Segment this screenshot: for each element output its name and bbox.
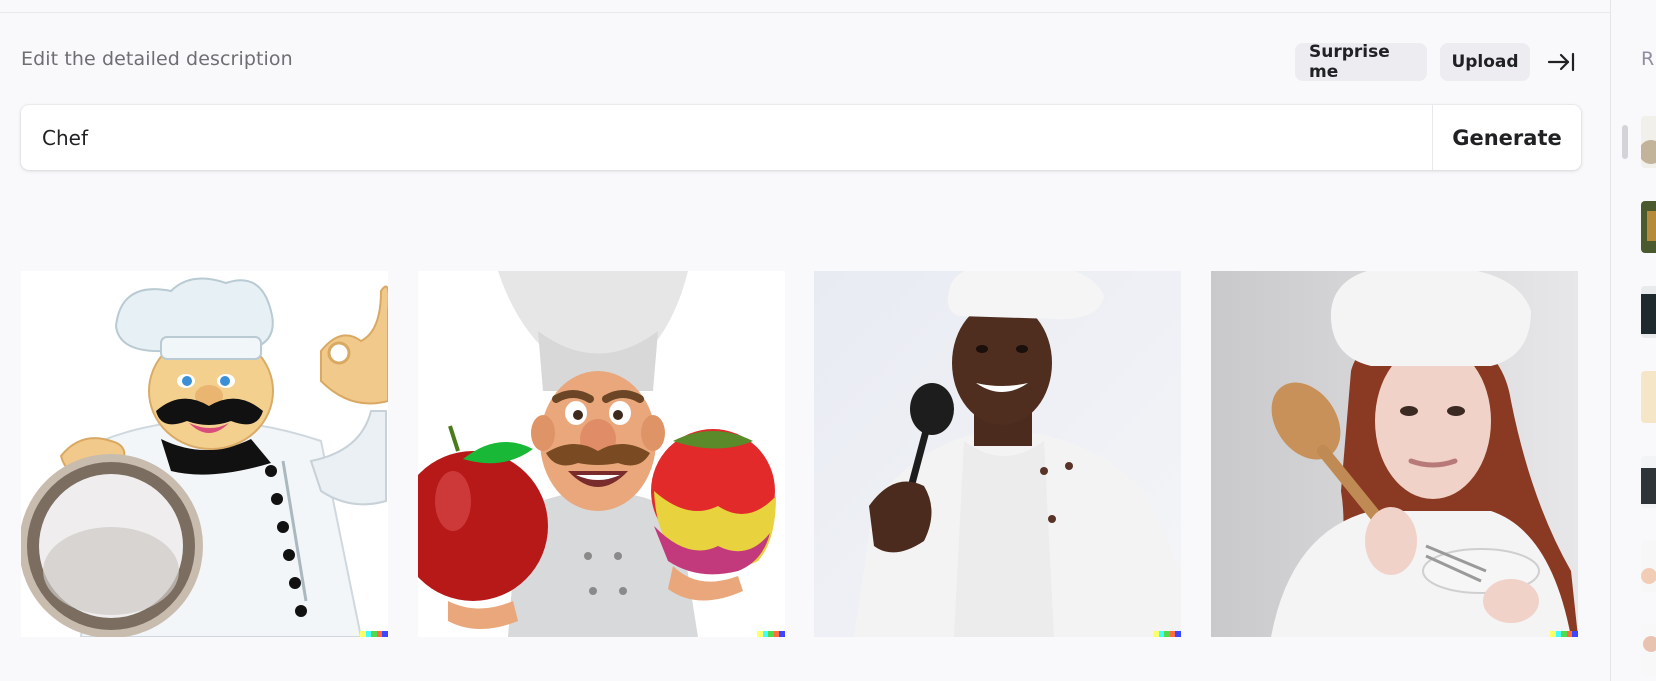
history-thumbnail-image: [1641, 294, 1656, 334]
prompt-input[interactable]: [42, 121, 1422, 155]
history-thumbnail[interactable]: [1641, 286, 1656, 338]
result-image[interactable]: [814, 271, 1181, 637]
arrow-right-to-line-icon: [1547, 52, 1575, 72]
collapse-history-button[interactable]: [1545, 50, 1577, 74]
signature-mark: [360, 631, 388, 637]
result-image-photo-woman-chef: [1211, 271, 1578, 637]
results-grid: [21, 271, 1581, 637]
signature-mark: [757, 631, 785, 637]
history-thumbnail[interactable]: [1641, 540, 1656, 592]
description-label: Edit the detailed description: [21, 48, 293, 70]
history-thumbnail[interactable]: [1641, 371, 1656, 423]
result-image[interactable]: [418, 271, 785, 637]
prompt-bar: Generate: [21, 105, 1581, 170]
history-sidebar: R: [1610, 0, 1656, 681]
history-thumbnail-image: [1641, 140, 1656, 164]
history-title: R: [1641, 48, 1655, 70]
result-image-3d-chef: [418, 271, 785, 637]
result-image-cartoon-chef: [21, 271, 388, 637]
surprise-me-button[interactable]: Surprise me: [1295, 42, 1427, 82]
signature-mark: [1153, 631, 1181, 637]
generate-button[interactable]: Generate: [1432, 105, 1581, 170]
history-thumbnail[interactable]: [1641, 201, 1656, 253]
upload-button[interactable]: Upload: [1440, 43, 1530, 81]
main-panel: Edit the detailed description Surprise m…: [0, 0, 1610, 681]
history-thumbnail[interactable]: [1641, 456, 1656, 508]
history-thumbnail-image: [1641, 568, 1656, 584]
history-thumbnail[interactable]: [1641, 624, 1656, 676]
history-thumbnail[interactable]: [1641, 116, 1656, 168]
history-thumbnail-image: [1643, 636, 1656, 652]
signature-mark: [1550, 631, 1578, 637]
history-thumbnail-image: [1647, 211, 1656, 241]
result-image[interactable]: [21, 271, 388, 637]
result-image[interactable]: [1211, 271, 1578, 637]
history-scrollbar[interactable]: [1622, 125, 1628, 159]
result-image-photo-chef-ladle: [814, 271, 1181, 637]
history-thumbnail-image: [1641, 468, 1656, 504]
